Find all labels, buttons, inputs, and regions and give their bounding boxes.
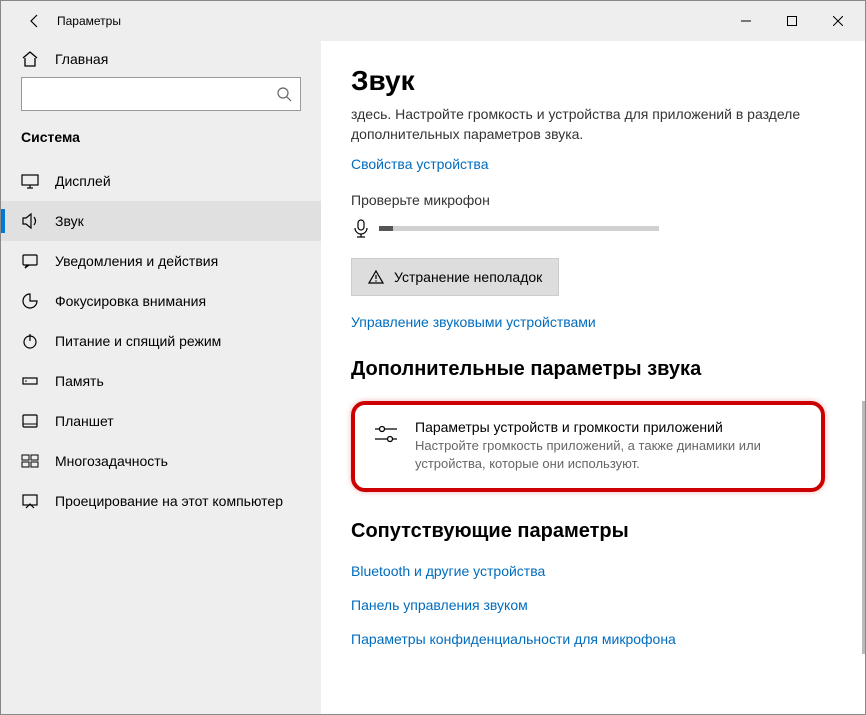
sidebar-item-focus[interactable]: Фокусировка внимания: [1, 281, 321, 321]
arrow-left-icon: [27, 13, 43, 29]
back-button[interactable]: [21, 7, 49, 35]
page-title: Звук: [351, 65, 825, 97]
related-link-sound-panel[interactable]: Панель управления звуком: [351, 597, 825, 613]
device-properties-link[interactable]: Свойства устройства: [351, 156, 825, 172]
sliders-icon: [373, 421, 399, 447]
home-nav[interactable]: Главная: [1, 41, 321, 77]
sidebar-item-power[interactable]: Питание и спящий режим: [1, 321, 321, 361]
sidebar-item-multitasking[interactable]: Многозадачность: [1, 441, 321, 481]
search-wrap: [1, 77, 321, 121]
main-content: Звук здесь. Настройте громкость и устрой…: [321, 41, 865, 714]
close-button[interactable]: [815, 5, 861, 37]
manage-devices-link[interactable]: Управление звуковыми устройствами: [351, 314, 825, 330]
sidebar-item-sound[interactable]: Звук: [1, 201, 321, 241]
window-title: Параметры: [57, 14, 121, 28]
sidebar-item-storage[interactable]: Память: [1, 361, 321, 401]
maximize-icon: [787, 16, 797, 26]
intro-text: здесь. Настройте громкость и устройства …: [351, 105, 825, 144]
search-input[interactable]: [30, 87, 276, 102]
related-link-mic-privacy[interactable]: Параметры конфиденциальности для микрофо…: [351, 631, 825, 647]
sidebar-item-label: Дисплей: [55, 173, 111, 189]
window-body: Главная Система Дисплей Звук Уведомления…: [1, 41, 865, 714]
sidebar-item-notifications[interactable]: Уведомления и действия: [1, 241, 321, 281]
microphone-icon: [351, 218, 371, 238]
power-icon: [21, 332, 39, 350]
mic-level-bar: [379, 226, 659, 231]
related-link-bluetooth[interactable]: Bluetooth и другие устройства: [351, 563, 825, 579]
notifications-icon: [21, 252, 39, 270]
sidebar-item-label: Проецирование на этот компьютер: [55, 493, 283, 509]
warning-icon: [368, 269, 384, 285]
storage-icon: [21, 372, 39, 390]
maximize-button[interactable]: [769, 5, 815, 37]
window-controls: [723, 5, 861, 37]
minimize-button[interactable]: [723, 5, 769, 37]
settings-window: Параметры Главная: [0, 0, 866, 715]
minimize-icon: [741, 16, 751, 26]
check-mic-label: Проверьте микрофон: [351, 192, 825, 208]
tablet-icon: [21, 412, 39, 430]
sidebar: Главная Система Дисплей Звук Уведомления…: [1, 41, 321, 714]
sidebar-item-label: Планшет: [55, 413, 114, 429]
close-icon: [833, 16, 843, 26]
search-icon: [276, 86, 292, 102]
scrollbar[interactable]: [862, 401, 865, 654]
sidebar-item-label: Память: [55, 373, 104, 389]
app-volume-text: Параметры устройств и громкости приложен…: [415, 419, 803, 473]
search-box[interactable]: [21, 77, 301, 111]
projecting-icon: [21, 492, 39, 510]
sidebar-item-label: Многозадачность: [55, 453, 168, 469]
focus-icon: [21, 292, 39, 310]
troubleshoot-label: Устранение неполадок: [394, 269, 542, 285]
sidebar-item-label: Питание и спящий режим: [55, 333, 221, 349]
multitasking-icon: [21, 452, 39, 470]
mic-test-row: [351, 218, 825, 238]
troubleshoot-button[interactable]: Устранение неполадок: [351, 258, 559, 296]
sidebar-item-label: Фокусировка внимания: [55, 293, 206, 309]
app-volume-desc: Настройте громкость приложений, а также …: [415, 437, 803, 473]
sidebar-item-tablet[interactable]: Планшет: [1, 401, 321, 441]
sidebar-item-label: Звук: [55, 213, 84, 229]
titlebar: Параметры: [1, 1, 865, 41]
category-title: Система: [1, 121, 321, 161]
related-heading: Сопутствующие параметры: [351, 520, 825, 543]
advanced-heading: Дополнительные параметры звука: [351, 358, 825, 381]
sidebar-item-display[interactable]: Дисплей: [1, 161, 321, 201]
home-label: Главная: [55, 51, 108, 67]
app-volume-title: Параметры устройств и громкости приложен…: [415, 419, 803, 435]
sidebar-item-projecting[interactable]: Проецирование на этот компьютер: [1, 481, 321, 521]
sound-icon: [21, 212, 39, 230]
home-icon: [21, 50, 39, 68]
app-volume-settings-link[interactable]: Параметры устройств и громкости приложен…: [351, 401, 825, 491]
display-icon: [21, 172, 39, 190]
sidebar-item-label: Уведомления и действия: [55, 253, 218, 269]
